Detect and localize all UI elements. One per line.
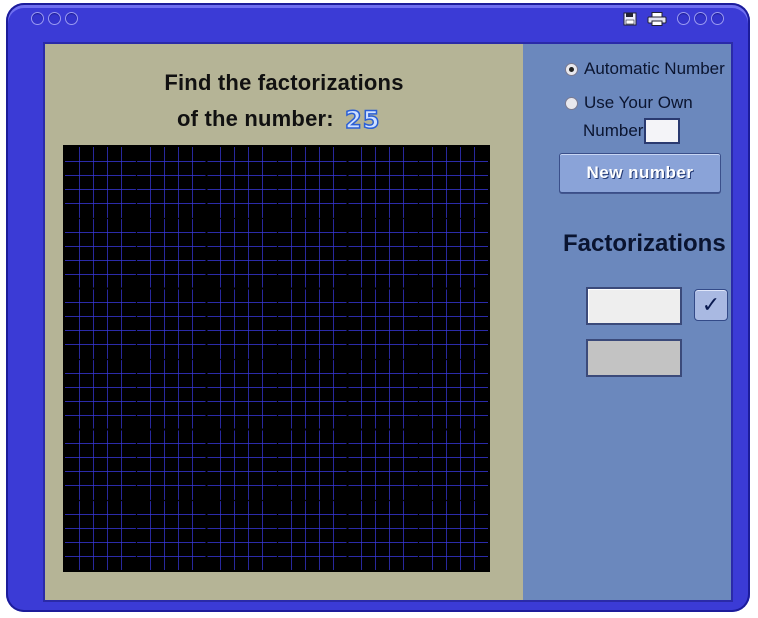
window-dot-5[interactable] [694, 12, 707, 25]
check-button[interactable]: ✓ [694, 289, 728, 321]
window-dot-6[interactable] [711, 12, 724, 25]
content-area: Find the factorizations of the number: 2… [43, 42, 733, 602]
print-icon[interactable] [646, 11, 668, 27]
target-number: 25 [344, 105, 381, 135]
window-dot-4[interactable] [677, 12, 690, 25]
own-number-label-row: Number [583, 121, 643, 141]
prompt-line-1: Find the factorizations [164, 70, 404, 95]
radio-automatic-indicator[interactable] [565, 62, 578, 76]
radio-automatic-number[interactable]: Automatic Number [565, 59, 725, 79]
window-minimize-dot[interactable] [48, 12, 61, 25]
factorization-result-box [586, 339, 682, 377]
grid-lines [65, 147, 488, 570]
radio-own-label-line2: Number [583, 121, 644, 140]
control-panel: Automatic Number Use Your Own Number New… [523, 44, 731, 600]
own-number-input[interactable] [644, 118, 680, 144]
window-close-dot[interactable] [31, 12, 44, 25]
save-icon[interactable] [622, 11, 638, 27]
workspace-pane: Find the factorizations of the number: 2… [45, 44, 523, 600]
radio-own-label-line1: Use Your Own [584, 93, 693, 112]
factorization-input[interactable] [586, 287, 682, 325]
radio-own-indicator[interactable] [565, 96, 578, 110]
window-maximize-dot[interactable] [65, 12, 78, 25]
factorizations-title: Factorizations [563, 230, 726, 257]
prompt-line-2: of the number: [177, 106, 334, 131]
grid-paper[interactable] [63, 145, 490, 572]
radio-automatic-label: Automatic Number [584, 59, 725, 78]
app-window: Find the factorizations of the number: 2… [6, 3, 750, 612]
radio-own-number[interactable]: Use Your Own [565, 93, 693, 113]
new-number-button[interactable]: New number [559, 153, 721, 193]
check-icon: ✓ [701, 292, 721, 318]
